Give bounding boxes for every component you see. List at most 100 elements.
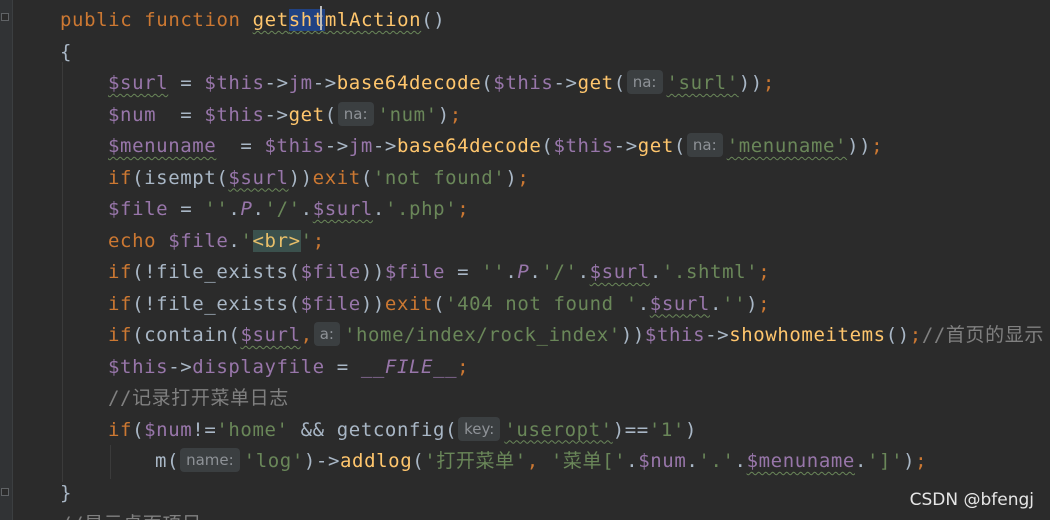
code-token: ( bbox=[481, 72, 494, 94]
code-token: //显示桌面项目 bbox=[60, 513, 202, 520]
code-token: } bbox=[60, 481, 73, 504]
parameter-hint: na: bbox=[337, 101, 374, 126]
code-token: m( bbox=[155, 450, 180, 472]
code-token: , bbox=[300, 324, 313, 346]
code-token: base64decode bbox=[396, 135, 542, 157]
code-token: '' bbox=[481, 261, 506, 283]
code-token: if bbox=[108, 166, 133, 189]
code-token: )) bbox=[288, 166, 313, 189]
code-token: )) bbox=[847, 135, 872, 157]
code-token: . bbox=[686, 450, 699, 472]
code-token: '' bbox=[722, 292, 747, 315]
parameter-hint: a: bbox=[313, 322, 340, 346]
text-caret bbox=[320, 6, 322, 30]
code-token: ) bbox=[684, 418, 698, 441]
code-token: 'home/index/rock_index' bbox=[343, 324, 621, 346]
code-token: . bbox=[637, 292, 650, 315]
code-token: ) bbox=[746, 292, 759, 315]
code-token: . bbox=[252, 198, 265, 220]
code-token: 'num' bbox=[377, 103, 438, 126]
code-line[interactable]: //显示桌面项目 bbox=[60, 509, 202, 520]
code-token: '.php' bbox=[384, 198, 458, 220]
code-token: ) bbox=[437, 103, 450, 126]
code-token: . bbox=[529, 261, 542, 283]
code-token: '1' bbox=[648, 418, 685, 441]
code-token: mlAction bbox=[324, 9, 422, 31]
fold-marker-icon[interactable] bbox=[1, 488, 9, 496]
code-token: '' bbox=[204, 198, 229, 220]
code-token: )== bbox=[612, 418, 649, 441]
code-token: '菜单[' bbox=[550, 450, 627, 472]
code-token: != bbox=[192, 418, 217, 441]
code-token: '/' bbox=[541, 261, 578, 283]
code-token: if bbox=[108, 418, 133, 441]
html-tag-highlight: <br> bbox=[252, 229, 301, 252]
code-token: $surl bbox=[649, 292, 710, 315]
code-token: ; bbox=[312, 229, 325, 252]
code-token: -> bbox=[553, 72, 578, 94]
code-line[interactable]: } bbox=[60, 478, 72, 508]
code-token: 'home' bbox=[216, 418, 289, 441]
code-line[interactable]: $menuname = $this->jm->base64decode($thi… bbox=[108, 131, 883, 161]
code-token: '404 not found ' bbox=[445, 292, 638, 315]
code-token: if bbox=[108, 261, 133, 283]
code-line[interactable]: if($num!='home' && getconfig(key:'userop… bbox=[108, 415, 697, 445]
code-token: -> bbox=[705, 324, 730, 346]
code-token: ( bbox=[412, 450, 425, 472]
code-line[interactable]: $this->displayfile = __FILE__; bbox=[108, 352, 469, 382]
code-line[interactable]: m(name:'log')->addlog('打开菜单', '菜单['.$num… bbox=[155, 446, 927, 476]
code-token: -> bbox=[372, 135, 397, 157]
code-line[interactable]: if(!file_exists($file))$file = ''.P.'/'.… bbox=[108, 257, 770, 287]
fold-marker-icon[interactable] bbox=[1, 13, 9, 21]
code-line[interactable]: { bbox=[60, 37, 72, 67]
code-line[interactable]: $num = $this->get(na:'num'); bbox=[108, 100, 462, 130]
code-line[interactable]: $surl = $this->jm->base64decode($this->g… bbox=[108, 68, 775, 98]
code-token: $this bbox=[553, 135, 614, 157]
code-token: (!file_exists( bbox=[132, 292, 301, 315]
code-token: = bbox=[445, 261, 482, 283]
code-token: __FILE__ bbox=[360, 355, 458, 378]
code-token: . bbox=[228, 229, 241, 252]
code-line[interactable]: //记录打开菜单日志 bbox=[108, 383, 289, 413]
code-line[interactable]: $file = ''.P.'/'.$surl.'.php'; bbox=[108, 194, 469, 224]
code-token: $this bbox=[493, 72, 554, 94]
code-token: ( bbox=[324, 103, 337, 126]
code-token: ( bbox=[673, 135, 686, 157]
code-token: public function bbox=[60, 9, 253, 31]
code-token: && getconfig( bbox=[288, 418, 458, 441]
code-token: ; bbox=[762, 72, 775, 94]
code-token: $this bbox=[264, 135, 325, 157]
code-editor[interactable]: public function getshtmlAction() { $surl =… bbox=[0, 0, 1050, 520]
code-token: //记录打开菜单日志 bbox=[108, 387, 289, 409]
code-token: . bbox=[854, 450, 867, 472]
code-token: '打开菜单' bbox=[424, 450, 527, 472]
code-token: 'useropt' bbox=[504, 418, 613, 441]
code-token: $menuname bbox=[108, 135, 217, 157]
code-token: () bbox=[885, 324, 910, 346]
indent-guide bbox=[62, 62, 63, 482]
code-token: $num bbox=[108, 103, 157, 126]
code-token: get bbox=[288, 103, 325, 126]
code-line[interactable]: echo $file.'<br>'; bbox=[108, 226, 325, 256]
code-token: ( bbox=[541, 135, 554, 157]
code-token: displayfile bbox=[192, 355, 325, 378]
code-token: ; bbox=[758, 292, 771, 315]
code-token: $num bbox=[144, 418, 193, 441]
code-token: $num bbox=[638, 450, 687, 472]
code-line[interactable]: public function getshtmlAction() bbox=[60, 5, 445, 35]
code-token: ' bbox=[240, 229, 253, 252]
parameter-hint: key: bbox=[458, 416, 501, 441]
code-token: if bbox=[108, 292, 133, 315]
code-token: )) bbox=[360, 261, 385, 283]
code-token: ']' bbox=[867, 450, 904, 472]
editor-gutter[interactable] bbox=[0, 0, 13, 520]
code-token: $surl bbox=[240, 324, 301, 346]
watermark: CSDN @bfengj bbox=[909, 490, 1034, 510]
code-token: jm bbox=[288, 72, 313, 94]
code-line[interactable]: if(isempt($surl))exit('not found'); bbox=[108, 163, 529, 193]
code-token: -> bbox=[168, 355, 193, 378]
code-token: = bbox=[156, 103, 205, 126]
code-token: $this bbox=[204, 103, 265, 126]
code-line[interactable]: if(!file_exists($file))exit('404 not fou… bbox=[108, 289, 770, 319]
code-line[interactable]: if(contain($surl, a:'home/index/rock_inde… bbox=[108, 320, 1044, 350]
